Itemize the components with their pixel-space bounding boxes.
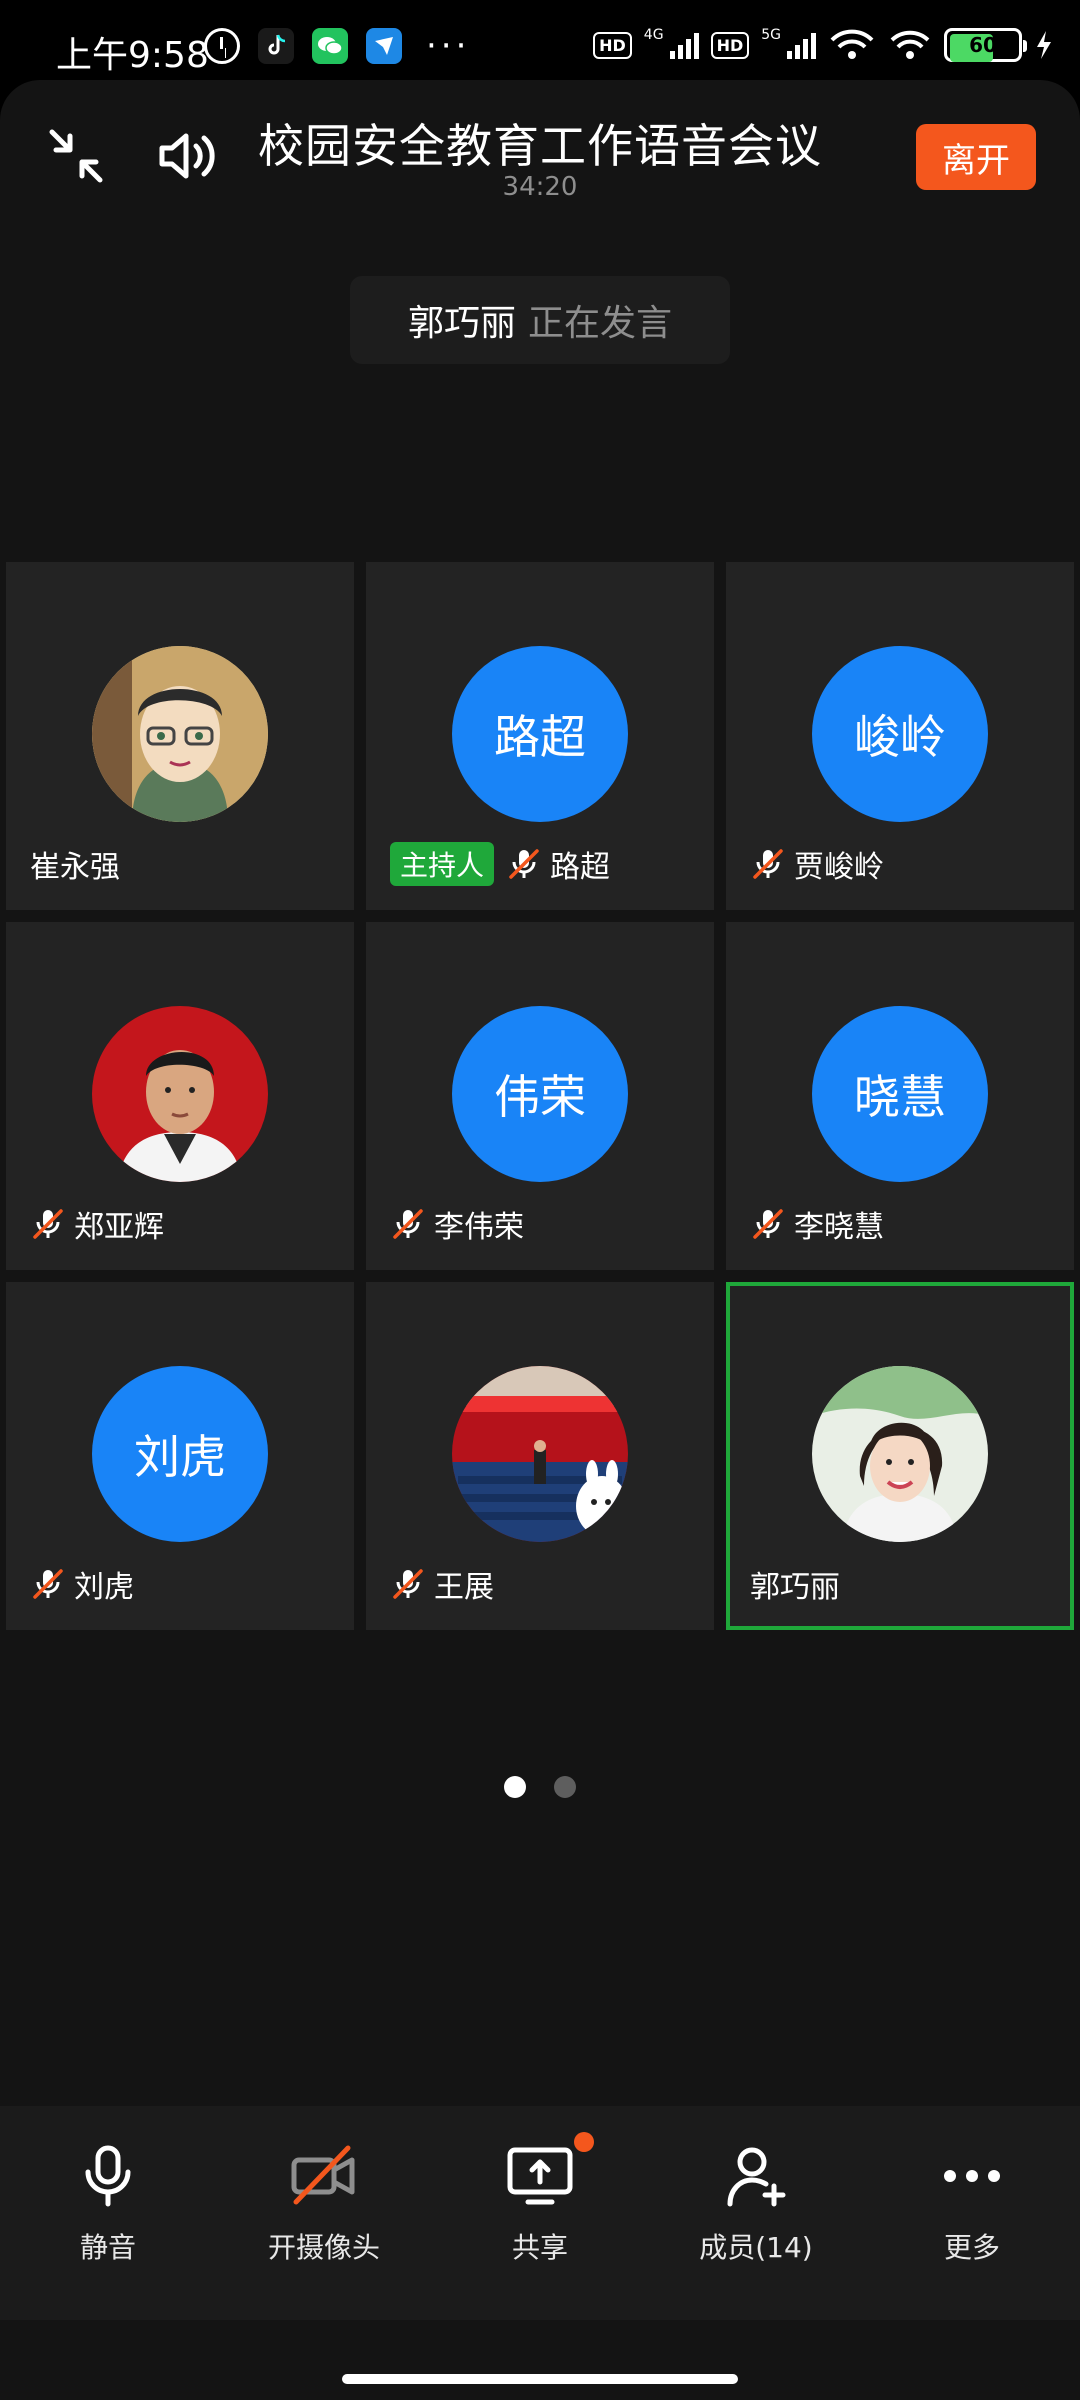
members-button[interactable]: 成员(14) [648, 2106, 864, 2306]
wechat-app-icon [312, 28, 348, 64]
mic-muted-icon [753, 1209, 783, 1239]
participant-tile[interactable]: 路超 主持人 路超 [366, 562, 714, 910]
more-notifications-icon: ··· [426, 26, 471, 66]
feishu-app-icon [366, 28, 402, 64]
camera-label: 开摄像头 [267, 2231, 380, 2264]
speaking-indicator: 郭巧丽 正在发言 [350, 276, 730, 364]
mute-label: 静音 [79, 2231, 136, 2264]
avatar: 路超 [452, 646, 628, 822]
camera-button[interactable]: 开摄像头 [216, 2106, 432, 2306]
add-member-icon [727, 2147, 786, 2207]
share-label: 共享 [511, 2231, 568, 2264]
participant-nameline: 主持人 路超 [390, 842, 610, 886]
participant-name: 郑亚辉 [74, 1210, 164, 1245]
avatar [92, 1006, 268, 1182]
participant-name: 王展 [434, 1570, 494, 1605]
mic-muted-icon [509, 849, 539, 879]
speaking-status: 正在发言 [528, 303, 673, 344]
participant-nameline: 李晓慧 [750, 1202, 884, 1246]
hd-icon: HD [593, 31, 632, 59]
more-label: 更多 [943, 2231, 1000, 2264]
signal-icon-2 [787, 31, 816, 59]
participant-nameline: 郭巧丽 [750, 1562, 840, 1606]
hd-icon-2: HD [710, 31, 750, 59]
mic-muted-icon [33, 1209, 63, 1239]
home-indicator[interactable] [342, 2374, 738, 2384]
participant-nameline: 刘虎 [30, 1562, 134, 1606]
participant-nameline: 贾峻岭 [750, 842, 884, 886]
mic-muted-icon [393, 1209, 423, 1239]
wifi-link-icon [830, 29, 874, 59]
participant-tile[interactable]: 峻岭 贾峻岭 [726, 562, 1074, 910]
share-icon-wrap [504, 2132, 594, 2212]
participant-name: 李晓慧 [794, 1210, 884, 1245]
participant-tile-active[interactable]: 郭巧丽 [726, 1282, 1074, 1630]
leave-button[interactable]: 离开 [916, 124, 1036, 190]
battery-icon: 60 [944, 28, 1027, 62]
more-button[interactable]: 更多 [864, 2106, 1080, 2306]
participant-nameline: 王展 [390, 1562, 494, 1606]
avatar: 晓慧 [812, 1006, 988, 1182]
page-dot-current[interactable] [504, 1776, 526, 1798]
avatar [92, 646, 268, 822]
mic-muted-icon [753, 849, 783, 879]
participant-tile[interactable]: 郑亚辉 [6, 922, 354, 1270]
participant-name: 崔永强 [30, 850, 120, 885]
mic-muted-icon [33, 1569, 63, 1599]
members-label: 成员(14) [699, 2231, 813, 2264]
tiktok-app-icon [258, 28, 294, 64]
battery-level: 60 [969, 33, 997, 57]
status-left-icons: ··· [204, 28, 470, 64]
meeting-screen: 校园安全教育工作语音会议 34:20 离开 郭巧丽 正在发言 崔永强 路超 主持… [0, 80, 1080, 2400]
avatar: 峻岭 [812, 646, 988, 822]
participant-nameline: 李伟荣 [390, 1202, 524, 1246]
participant-nameline: 崔永强 [30, 842, 120, 886]
avatar [812, 1366, 988, 1542]
microphone-icon [85, 2145, 131, 2207]
participant-grid: 崔永强 路超 主持人 路超 峻岭 贾峻岭 郑亚辉 伟荣 李伟荣 晓慧 李晓慧 刘… [6, 562, 1074, 1630]
alarm-icon [204, 28, 240, 64]
camera-off-icon [291, 2145, 355, 2205]
avatar [452, 1366, 628, 1542]
participant-tile[interactable]: 王展 [366, 1282, 714, 1630]
status-right-icons: HD 4G HD 5G 60 [593, 27, 1054, 62]
network-5g-label: 5G [761, 27, 781, 43]
page-dot[interactable] [554, 1776, 576, 1798]
more-dots-icon [944, 2170, 1000, 2182]
participant-name: 刘虎 [74, 1570, 134, 1605]
share-notification-dot [574, 2132, 594, 2152]
network-4g-label: 4G [643, 27, 664, 43]
host-badge: 主持人 [390, 842, 495, 886]
avatar: 伟荣 [452, 1006, 628, 1182]
participant-tile[interactable]: 刘虎 刘虎 [6, 1282, 354, 1630]
participant-tile[interactable]: 晓慧 李晓慧 [726, 922, 1074, 1270]
participant-name: 李伟荣 [434, 1210, 524, 1245]
mic-muted-icon [393, 1569, 423, 1599]
signal-icon [669, 31, 699, 59]
page-indicator [0, 1776, 1080, 1798]
share-button[interactable]: 共享 [432, 2106, 648, 2306]
participant-name: 郭巧丽 [750, 1570, 840, 1605]
participant-tile[interactable]: 伟荣 李伟荣 [366, 922, 714, 1270]
participant-name: 贾峻岭 [794, 850, 884, 885]
meeting-header: 校园安全教育工作语音会议 34:20 离开 [0, 80, 1080, 240]
mute-button[interactable]: 静音 [0, 2106, 216, 2306]
screen-share-icon [507, 2147, 573, 2205]
participant-nameline: 郑亚辉 [30, 1202, 164, 1246]
participant-tile[interactable]: 崔永强 [6, 562, 354, 910]
charging-icon [1037, 31, 1051, 59]
speaking-name: 郭巧丽 [407, 303, 516, 344]
participant-name: 路超 [550, 850, 611, 885]
status-time: 上午9:58 [56, 35, 209, 76]
bottom-toolbar: 静音 开摄像头 共享 成员(14) 更多 [0, 2106, 1080, 2320]
avatar: 刘虎 [92, 1366, 268, 1542]
wifi-icon [890, 30, 930, 59]
